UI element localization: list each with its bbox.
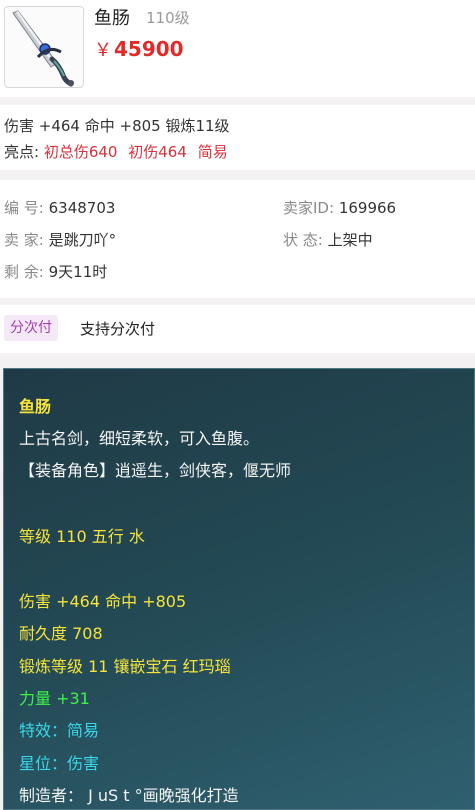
status-label: 状 态: [283,231,323,249]
status-value: 上架中 [327,231,373,249]
item-name: 鱼肠 [94,8,130,29]
seller-label: 卖 家: [4,231,44,249]
installment-badge[interactable]: 分次付 [4,315,58,341]
item-thumbnail[interactable] [4,6,84,88]
highlights-label: 亮点: [4,143,40,161]
installment-text: 支持分次付 [80,320,156,338]
detail-forge-gem: 锻炼等级 11 镶嵌宝石 红玛瑙 [19,657,231,676]
item-detail-panel: 鱼肠 上古名剑，细短柔软，可入鱼腹。 【装备角色】逍遥生，剑侠客，偃无师 等级 … [3,368,475,810]
price-value: 45900 [114,37,184,61]
stats-line: 伤害 +464 命中 +805 锻炼11级 [4,117,230,135]
listing-info: 编 号: 6348703 卖家ID: 169966 卖 家: 是跳刀吖° 状 态… [0,180,475,298]
item-header: 鱼肠 110级 ￥ 45900 [0,0,475,97]
payment-option: 分次付 支持分次付 [0,305,475,353]
highlight-tag: 初伤464 [128,143,187,161]
remaining-label: 剩 余: [4,263,44,281]
detail-damage-hit: 伤害 +464 命中 +805 [19,592,187,611]
detail-title: 鱼肠 [19,397,52,416]
seller-id-value: 169966 [338,199,397,217]
stats-summary: 伤害 +464 命中 +805 锻炼11级 亮点: 初总伤640 初伤464 简… [0,105,475,170]
sword-icon [12,10,74,87]
detail-star: 星位：伤害 [19,754,100,773]
detail-durability: 耐久度 708 [19,624,103,643]
detail-special-effect: 特效：简易 [19,721,100,740]
serial-label: 编 号: [4,199,44,217]
detail-description: 上古名剑，细短柔软，可入鱼腹。 [19,429,260,448]
seller-value[interactable]: 是跳刀吖° [49,231,117,249]
detail-roles: 【装备角色】逍遥生，剑侠客，偃无师 [19,461,292,480]
detail-strength: 力量 +31 [19,689,90,708]
highlight-tag: 简易 [197,143,228,161]
serial-number: 编 号: 6348703 [4,197,115,218]
highlight-tag: 初总伤640 [43,143,118,161]
remaining-value: 9天11时 [48,263,108,281]
time-remaining: 剩 余: 9天11时 [4,261,107,282]
seller-name[interactable]: 卖 家: 是跳刀吖° [4,229,116,250]
seller-id-label: 卖家ID: [283,199,335,217]
seller-id: 卖家ID: 169966 [283,197,396,218]
listing-status: 状 态: 上架中 [283,229,373,250]
detail-level-element: 等级 110 五行 水 [19,527,145,546]
item-price: ￥ 45900 [94,36,184,62]
highlights-row: 亮点: 初总伤640 初伤464 简易 [4,141,228,162]
detail-maker: 制造者： J uS t °画晚强化打造 [19,786,239,805]
item-level: 110级 [146,9,190,27]
currency-symbol: ￥ [94,40,112,61]
serial-value: 6348703 [48,199,116,217]
